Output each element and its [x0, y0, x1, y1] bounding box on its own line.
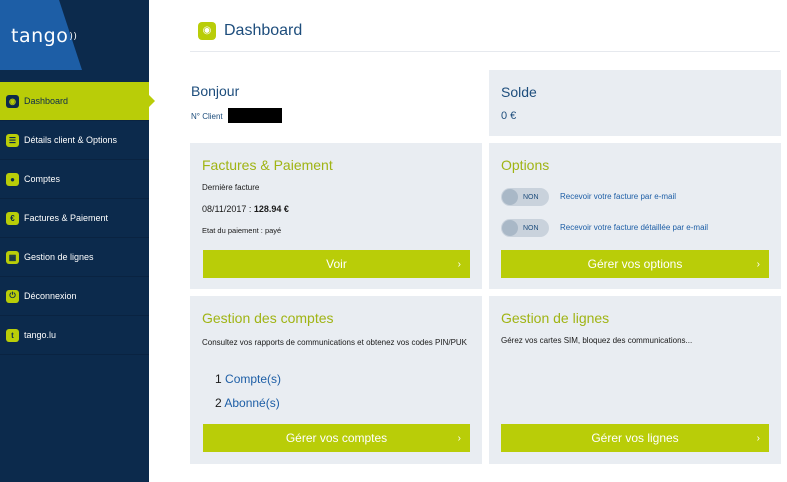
subscribers-link[interactable]: Abonné(s) [224, 396, 279, 410]
view-invoice-button[interactable]: Voir › [203, 250, 470, 278]
greeting-card: Bonjour N° Client [190, 70, 482, 136]
invoices-card: Factures & Paiement Dernière facture 08/… [190, 143, 482, 289]
accounts-count: 1 [215, 372, 222, 386]
sidebar-item-label: Déconnexion [24, 291, 77, 301]
logo-waves: )) [69, 32, 78, 42]
sidebar-item-lines[interactable]: ▦ Gestion de lignes [0, 238, 149, 277]
page-title: Dashboard [224, 21, 303, 39]
dashboard-icon: ◉ [6, 94, 19, 108]
view-invoice-button-label: Voir [326, 257, 347, 271]
lines-card: Gestion de lignes Gérez vos cartes SIM, … [489, 296, 781, 464]
accounts-icon: ● [6, 172, 19, 186]
chevron-right-icon: › [457, 258, 461, 270]
toggle-state: NON [523, 224, 539, 232]
toggle-state: NON [523, 193, 539, 201]
invoice-amount: 128.94 € [253, 204, 289, 214]
options-card: Options NON Recevoir votre facture par e… [489, 143, 781, 289]
client-number-redacted [228, 108, 282, 123]
sidebar-item-label: Comptes [24, 174, 61, 184]
page-header: ◉ Dashboard [190, 10, 780, 52]
sidebar-item-invoices[interactable]: € Factures & Paiement [0, 199, 149, 238]
accounts-link[interactable]: Compte(s) [225, 372, 281, 386]
power-icon: ⏻ [6, 289, 19, 303]
subscribers-count-line: 2 Abonné(s) [215, 396, 280, 410]
sidebar-item-client-details[interactable]: ☰ Détails client & Options [0, 121, 149, 160]
lines-icon: ▦ [6, 250, 19, 264]
sidebar-item-label: Factures & Paiement [24, 213, 109, 223]
sidebar-item-dashboard[interactable]: ◉ Dashboard [0, 82, 155, 121]
sidebar-nav: ◉ Dashboard ☰ Détails client & Options ●… [0, 82, 155, 355]
manage-lines-button-label: Gérer vos lignes [591, 431, 679, 445]
email-invoice-toggle[interactable]: NON [501, 188, 549, 206]
balance-amount: 0 € [501, 110, 517, 122]
invoice-date: 08/11/2017 : [202, 204, 252, 214]
balance-card: Solde 0 € [489, 70, 781, 136]
options-title: Options [501, 157, 550, 173]
accounts-count-line: 1 Compte(s) [215, 372, 281, 386]
lines-title: Gestion de lignes [501, 310, 610, 326]
chevron-right-icon: › [756, 432, 760, 444]
website-icon: t [6, 328, 19, 342]
chevron-right-icon: › [756, 258, 760, 270]
manage-lines-button[interactable]: Gérer vos lignes › [501, 424, 769, 452]
sidebar-item-logout[interactable]: ⏻ Déconnexion [0, 277, 149, 316]
detailed-invoice-toggle[interactable]: NON [501, 219, 549, 237]
detailed-invoice-label: Recevoir votre facture détaillée par e-m… [560, 223, 709, 232]
sidebar-item-website[interactable]: t tango.lu [0, 316, 149, 355]
dashboard-icon: ◉ [198, 21, 216, 40]
balance-title: Solde [501, 84, 537, 100]
accounts-card: Gestion des comptes Consultez vos rappor… [190, 296, 482, 464]
client-details-icon: ☰ [6, 133, 19, 147]
greeting-title: Bonjour [191, 83, 240, 99]
sidebar-item-label: Gestion de lignes [24, 252, 94, 262]
lines-description: Gérez vos cartes SIM, bloquez des commun… [501, 336, 693, 345]
sidebar: tango)) ◉ Dashboard ☰ Détails client & O… [0, 0, 155, 482]
accounts-title: Gestion des comptes [202, 310, 334, 326]
sidebar-item-accounts[interactable]: ● Comptes [0, 160, 149, 199]
invoices-title: Factures & Paiement [202, 157, 333, 173]
sidebar-item-label: Dashboard [24, 96, 69, 106]
chevron-right-icon: › [457, 432, 461, 444]
payment-status: Etat du paiement : payé [202, 226, 282, 235]
toggle-knob [502, 189, 518, 205]
manage-options-button-label: Gérer vos options [587, 257, 683, 271]
manage-accounts-button-label: Gérer vos comptes [285, 431, 388, 445]
tango-logo[interactable]: tango)) [11, 25, 77, 47]
logo-text: tango [11, 25, 69, 47]
manage-accounts-button[interactable]: Gérer vos comptes › [203, 424, 470, 452]
accounts-description: Consultez vos rapports de communications… [202, 338, 468, 347]
toggle-knob [502, 220, 518, 236]
email-invoice-label: Recevoir votre facture par e-mail [560, 192, 677, 201]
sidebar-item-label: tango.lu [24, 330, 57, 340]
invoice-icon: € [6, 211, 19, 225]
subscribers-count: 2 [215, 396, 222, 410]
client-number-label: N° Client [191, 112, 223, 121]
last-invoice-label: Dernière facture [202, 183, 260, 192]
invoice-date-line: 08/11/2017 : 128.94 € [202, 204, 289, 214]
sidebar-item-label: Détails client & Options [24, 135, 118, 145]
manage-options-button[interactable]: Gérer vos options › [501, 250, 769, 278]
